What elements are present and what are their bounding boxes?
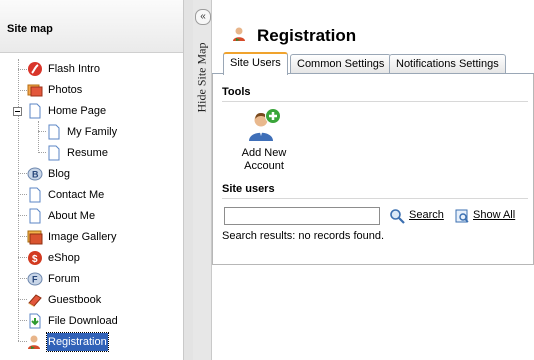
page-icon <box>29 187 41 203</box>
flash-icon <box>28 62 42 76</box>
add-new-account-line2: Account <box>244 160 284 172</box>
settings-tabs: Site Users Common Settings Notifications… <box>212 52 534 75</box>
page-icon <box>48 145 60 161</box>
search-input[interactable] <box>224 207 380 225</box>
page-icon <box>29 208 41 224</box>
search-results-text: Search results: no records found. <box>222 230 385 242</box>
sitemap-item-label: Image Gallery <box>48 231 117 243</box>
sitemap-item-label: Blog <box>48 168 71 180</box>
sitemap-item-label: Contact Me <box>48 189 105 201</box>
page-icon <box>48 124 60 140</box>
divider <box>222 101 528 102</box>
add-new-account-line1: Add New <box>241 147 287 159</box>
collapse-sitemap-button[interactable]: « <box>195 9 211 25</box>
sitemap-item-label: eShop <box>48 252 80 264</box>
search-button[interactable]: Search <box>409 209 444 221</box>
sitemap-item-label: Photos <box>48 84 83 96</box>
svg-text:B: B <box>32 170 39 180</box>
tab-notifications-settings[interactable]: Notifications Settings <box>389 54 506 73</box>
svg-text:$: $ <box>32 254 38 265</box>
download-icon <box>29 313 41 329</box>
sitemap-item-label: Resume <box>67 147 108 159</box>
divider <box>222 198 528 199</box>
registration-icon <box>233 27 245 41</box>
sitemap-item-label: My Family <box>67 126 118 138</box>
show-all-icon[interactable] <box>454 208 470 224</box>
hide-sitemap-label[interactable]: Hide Site Map <box>195 43 210 113</box>
show-all-button[interactable]: Show All <box>473 209 515 221</box>
sitemap-item-label: Home Page <box>48 105 107 117</box>
page-title: Registration <box>257 26 357 45</box>
tools-heading: Tools <box>222 86 251 98</box>
site-users-heading: Site users <box>222 183 275 195</box>
add-user-icon <box>249 108 281 141</box>
tab-common-settings[interactable]: Common Settings <box>290 54 392 73</box>
add-new-account-label: Add New Account <box>240 147 288 173</box>
sitemap-item-label: Registration <box>46 332 109 352</box>
tab-site-users[interactable]: Site Users <box>223 52 288 75</box>
registration-icon <box>28 335 40 349</box>
hide-sitemap-bar[interactable]: « Hide Site Map <box>193 0 212 360</box>
sitemap-item-label: Flash Intro <box>48 63 100 75</box>
add-new-account-button[interactable]: Add New Account <box>240 108 288 173</box>
svg-text:F: F <box>32 275 38 285</box>
tree-collapse-toggle[interactable] <box>13 107 22 116</box>
sitemap-item-label: Forum <box>48 273 80 285</box>
blog-icon: B <box>27 167 43 181</box>
eshop-icon: $ <box>28 251 42 265</box>
sitemap-item-label: File Download <box>48 315 118 327</box>
sitemap-item-label: Guestbook <box>48 294 102 306</box>
sitemap-tree: Flash Intro Photos Home Page My Family R… <box>0 53 183 360</box>
sitemap-header: Site map <box>0 0 183 53</box>
guestbook-icon <box>28 294 42 307</box>
search-icon[interactable] <box>389 208 405 224</box>
sitemap-panel: Site map Flash Intro Photos Home Page My… <box>0 0 184 360</box>
gallery-icon <box>27 230 43 245</box>
sitemap-title: Site map <box>7 23 53 35</box>
registration-content: Registration Site Users Common Settings … <box>212 0 534 360</box>
sitemap-item-label: About Me <box>48 210 96 222</box>
photos-icon <box>27 84 43 97</box>
panel-splitter[interactable] <box>184 0 193 360</box>
forum-icon: F <box>27 272 43 286</box>
page-icon <box>29 103 41 119</box>
